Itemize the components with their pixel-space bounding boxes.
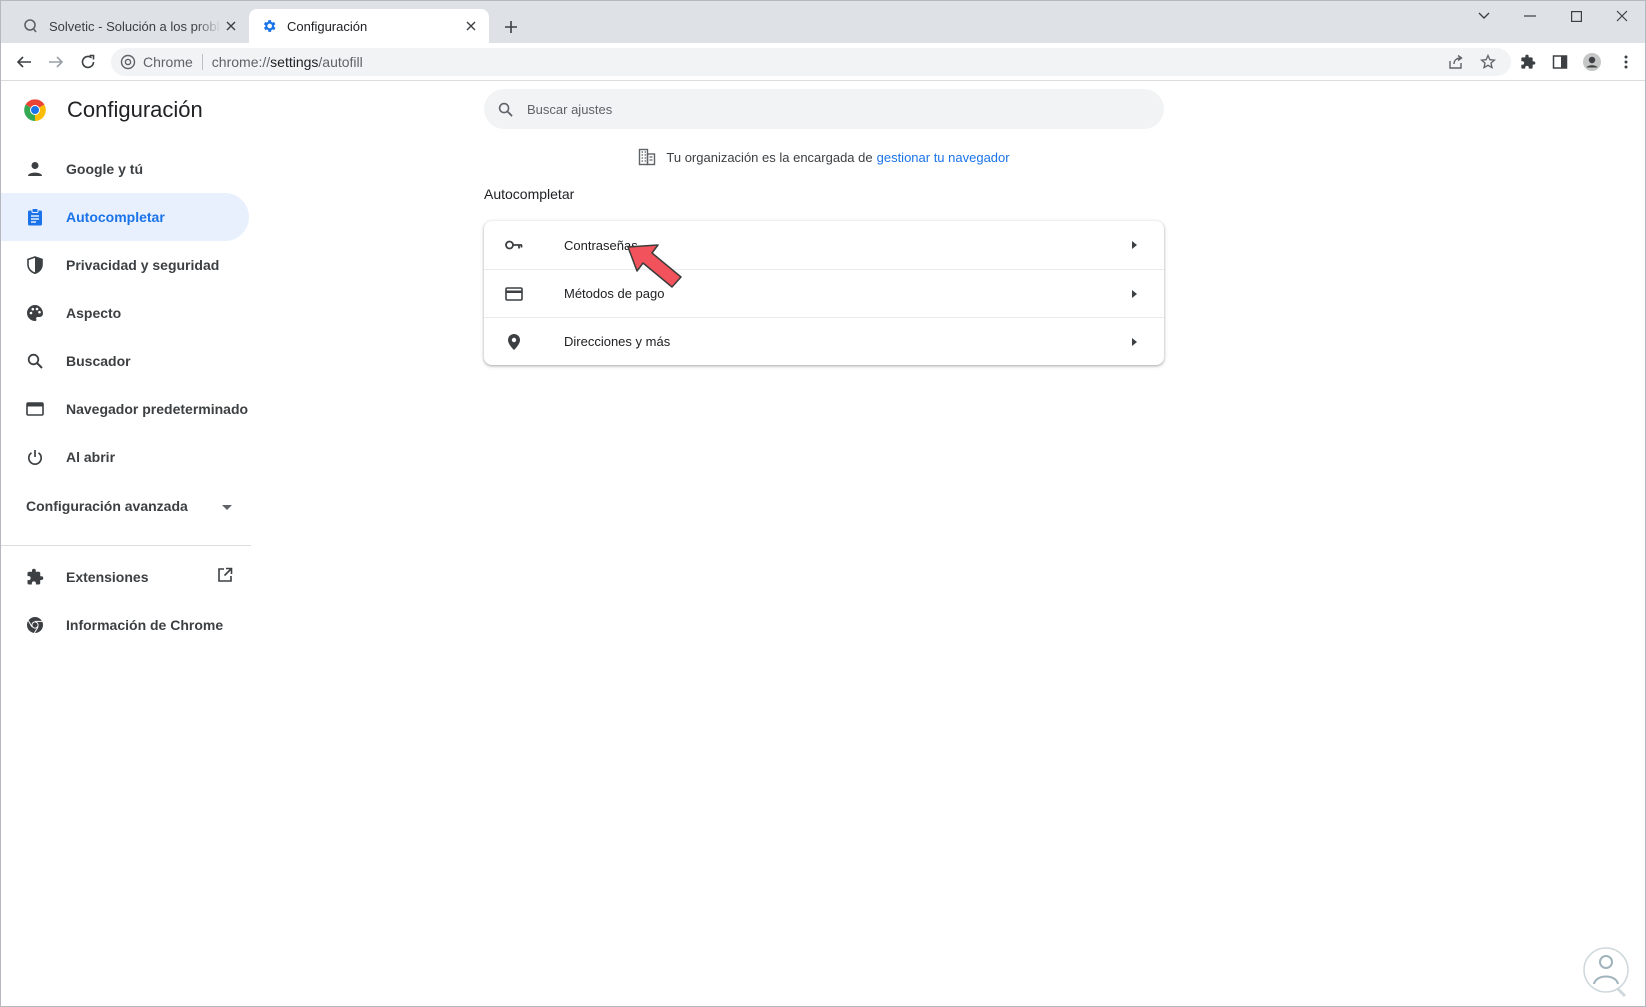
tab-search-button[interactable] <box>1461 1 1507 31</box>
sidebar-item-label: Autocompletar <box>66 209 165 225</box>
chrome-icon <box>25 615 45 635</box>
close-window-button[interactable] <box>1599 1 1645 31</box>
url-host: settings <box>270 54 319 70</box>
close-icon[interactable] <box>221 16 241 36</box>
section-title: Autocompletar <box>484 186 575 202</box>
tab-solvetic[interactable]: Solvetic - Solución a los problemas info… <box>11 9 249 43</box>
sidebar-item-default-browser[interactable]: Navegador predeterminado <box>1 385 249 433</box>
chevron-right-icon <box>1124 337 1144 346</box>
site-chip: Chrome <box>143 54 193 70</box>
advanced-settings-toggle[interactable]: Configuración avanzada <box>26 498 232 514</box>
forward-button[interactable] <box>41 47 71 77</box>
sidebar-divider <box>1 545 251 546</box>
chrome-icon <box>120 54 136 70</box>
addresses-row[interactable]: Direcciones y más <box>484 317 1164 365</box>
sidebar-item-extensions[interactable]: Extensiones <box>1 553 249 601</box>
pointer-arrow-icon <box>627 244 682 288</box>
managed-browser-notice: Tu organización es la encargada de gesti… <box>484 148 1164 166</box>
sidebar-nav-secondary: Extensiones Información de Chrome <box>1 553 251 649</box>
puzzle-icon <box>25 567 45 587</box>
tab-strip: Solvetic - Solución a los problemas info… <box>1 1 1645 43</box>
browser-window: Solvetic - Solución a los problemas info… <box>0 0 1646 1007</box>
minimize-button[interactable] <box>1507 1 1553 31</box>
close-icon[interactable] <box>461 16 481 36</box>
solvetic-icon <box>23 18 39 34</box>
sidebar-item-autofill[interactable]: Autocompletar <box>1 193 249 241</box>
passwords-row[interactable]: Contraseñas <box>484 221 1164 269</box>
url-scheme: chrome:// <box>211 54 271 70</box>
sidebar-item-label: Google y tú <box>66 161 143 177</box>
chrome-logo-icon <box>23 98 47 122</box>
managed-text: Tu organización es la encargada de <box>666 149 873 165</box>
page-title: Configuración <box>67 97 203 122</box>
extensions-puzzle-icon[interactable] <box>1513 47 1543 77</box>
solvetic-watermark-icon <box>1583 947 1629 998</box>
browser-icon <box>25 399 45 419</box>
palette-icon <box>25 303 45 323</box>
profile-avatar-icon[interactable] <box>1577 47 1607 77</box>
power-icon <box>25 447 45 467</box>
sidebar-nav: Google y tú Autocompletar Privacidad y s… <box>1 145 251 481</box>
chevron-right-icon <box>1124 241 1144 249</box>
search-icon <box>25 351 45 371</box>
location-pin-icon <box>504 332 524 352</box>
maximize-button[interactable] <box>1553 1 1599 31</box>
tab-configuracion[interactable]: Configuración <box>249 9 489 43</box>
address-bar[interactable]: Chrome chrome://settings/autofill <box>111 48 1511 76</box>
sidebar-item-google[interactable]: Google y tú <box>1 145 249 193</box>
manage-browser-link[interactable]: gestionar tu navegador <box>877 150 1010 165</box>
gear-icon <box>261 18 277 34</box>
sidebar-item-label: Privacidad y seguridad <box>66 257 220 273</box>
sidebar-item-search-engine[interactable]: Buscador <box>1 337 249 385</box>
key-icon <box>504 235 524 255</box>
person-icon <box>25 159 45 179</box>
tab-title: Configuración <box>287 18 368 34</box>
new-tab-button[interactable] <box>499 15 523 39</box>
side-panel-icon[interactable] <box>1545 47 1575 77</box>
url-path: /autofill <box>318 54 363 70</box>
settings-search-input[interactable]: Buscar ajustes <box>484 89 1164 129</box>
sidebar-item-label: Extensiones <box>66 569 149 585</box>
share-icon[interactable] <box>1441 47 1471 77</box>
payment-methods-row[interactable]: Métodos de pago <box>484 269 1164 317</box>
open-in-new-icon <box>217 567 233 586</box>
building-icon <box>638 148 656 166</box>
settings-header: Configuración <box>23 97 203 123</box>
shield-icon <box>25 255 45 275</box>
search-placeholder: Buscar ajustes <box>527 101 613 117</box>
sidebar-item-label: Aspecto <box>66 305 122 321</box>
star-icon[interactable] <box>1473 47 1503 77</box>
search-icon <box>498 102 513 117</box>
chevron-right-icon <box>1124 289 1144 298</box>
sidebar-item-appearance[interactable]: Aspecto <box>1 289 249 337</box>
toolbar: Chrome chrome://settings/autofill <box>1 43 1645 81</box>
sidebar-item-on-startup[interactable]: Al abrir <box>1 433 249 481</box>
back-button[interactable] <box>9 47 39 77</box>
sidebar-item-label: Al abrir <box>66 449 116 465</box>
clipboard-icon <box>25 207 45 227</box>
reload-button[interactable] <box>73 47 103 77</box>
divider <box>201 54 203 70</box>
sidebar-item-about-chrome[interactable]: Información de Chrome <box>1 601 249 649</box>
more-menu-icon[interactable] <box>1611 47 1641 77</box>
advanced-settings-label: Configuración avanzada <box>26 498 188 514</box>
sidebar-item-label: Buscador <box>66 353 131 369</box>
caret-down-icon <box>222 498 232 514</box>
sidebar-item-label: Información de Chrome <box>66 617 224 633</box>
row-label: Direcciones y más <box>564 334 671 349</box>
sidebar-item-label: Navegador predeterminado <box>66 401 249 417</box>
credit-card-icon <box>504 284 524 304</box>
autofill-card: Contraseñas Métodos de pago Direcciones … <box>484 221 1164 365</box>
tab-title: Solvetic - Solución a los problemas info… <box>49 18 221 34</box>
sidebar-item-privacy[interactable]: Privacidad y seguridad <box>1 241 249 289</box>
